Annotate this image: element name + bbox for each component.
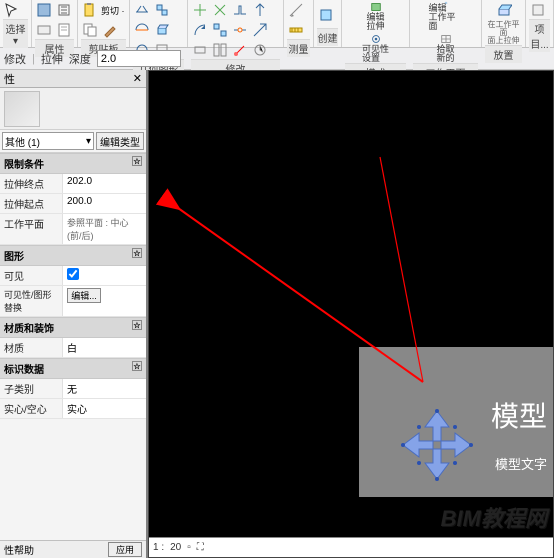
depth-input[interactable] <box>97 50 181 67</box>
properties-preview <box>0 88 146 130</box>
type-selector-combo[interactable]: 其他 (1)▾ <box>2 132 94 150</box>
prop-row-subcategory: 子类别无 <box>0 379 146 399</box>
type-selector-row: 其他 (1)▾ 编辑类型 <box>0 130 146 153</box>
geom-icon-1[interactable] <box>133 1 151 19</box>
edit-extrusion-button[interactable]: 编辑 拉伸 <box>359 1 393 31</box>
modify-icon-5[interactable] <box>191 21 209 39</box>
properties-footer: 性帮助 应用 <box>0 540 146 558</box>
props-icon-1[interactable] <box>35 1 53 19</box>
ribbon-group-project-label: 项目... <box>529 19 550 52</box>
properties-title-text: 性 <box>4 71 15 87</box>
modify-icon-1[interactable] <box>191 1 209 19</box>
edit-workplane-button[interactable]: 编辑 工作平面 <box>429 1 463 31</box>
modify-icon-3[interactable] <box>231 1 249 19</box>
group-graphics-head[interactable]: 图形☆ <box>0 245 146 266</box>
create-icon[interactable] <box>317 6 335 24</box>
prop-row-workplane: 工作平面参照平面 : 中心(前/后) <box>0 214 146 245</box>
edit-override-button[interactable]: 编辑... <box>67 288 101 303</box>
close-icon[interactable]: ✕ <box>133 72 142 85</box>
modify-tool-icon[interactable] <box>3 1 21 19</box>
depth-label: 深度 <box>69 51 91 67</box>
ribbon: 选择 ▾ 属性 剪切 · 剪贴板 几何图形 <box>0 0 554 48</box>
modify-icon-8[interactable] <box>251 21 269 39</box>
prop-row-solid-void: 实心/空心实心 <box>0 399 146 419</box>
properties-grid: 限制条件☆ 拉伸终点202.0 拉伸起点200.0 工作平面参照平面 : 中心(… <box>0 153 146 540</box>
ribbon-group-create-label: 创建 <box>317 28 338 46</box>
pick-new-button[interactable]: 拾取 新的 <box>429 33 463 63</box>
match-icon[interactable] <box>101 21 119 39</box>
visibility-settings-button[interactable]: 可见性 设置 <box>359 33 393 63</box>
measure-icon-2[interactable] <box>287 21 305 39</box>
geom-icon-4[interactable] <box>153 21 171 39</box>
modify-icon-6[interactable] <box>211 21 229 39</box>
extrude-label: 拉伸 <box>41 51 63 67</box>
overlay-title: 模型 <box>491 395 547 435</box>
prop-row-visibility-override: 可见性/图形替换编辑... <box>0 286 146 317</box>
group-constraints-head[interactable]: 限制条件☆ <box>0 153 146 174</box>
prop-row-material: 材质白 <box>0 338 146 358</box>
copy-icon[interactable] <box>81 21 99 39</box>
scale-value[interactable]: 20 <box>170 542 181 553</box>
overlay-subtitle: 模型文字 <box>495 454 547 473</box>
ribbon-group-place-label: 放置 <box>485 45 522 63</box>
place-icon[interactable] <box>495 1 513 19</box>
modify-icon-7[interactable] <box>231 21 249 39</box>
modify-icon-10[interactable] <box>211 41 229 59</box>
geom-icon-3[interactable] <box>133 21 151 39</box>
cut-label[interactable]: 剪切 · <box>101 4 125 17</box>
props-icon-2[interactable] <box>55 1 73 19</box>
preview-thumbnail <box>4 91 40 127</box>
project-icon[interactable] <box>529 1 547 19</box>
properties-panel: 性 ✕ 其他 (1)▾ 编辑类型 限制条件☆ 拉伸终点202.0 拉伸起点200… <box>0 70 148 558</box>
modify-icon-2[interactable] <box>211 1 229 19</box>
prop-row-extrusion-start: 拉伸起点200.0 <box>0 194 146 214</box>
modify-icon-4[interactable] <box>251 1 269 19</box>
place-extra-label: 在工作平面 面上拉伸 <box>485 21 522 45</box>
properties-titlebar: 性 ✕ <box>0 70 146 88</box>
group-material-head[interactable]: 材质和装饰☆ <box>0 317 146 338</box>
modify-icon-11[interactable] <box>231 41 249 59</box>
edit-type-button[interactable]: 编辑类型 <box>96 132 144 150</box>
modify-label: 修改 <box>4 51 26 67</box>
modify-icon-9[interactable] <box>191 41 209 59</box>
prop-row-visible: 可见 <box>0 266 146 286</box>
props-icon-4[interactable] <box>55 21 73 39</box>
ribbon-group-select-label: 选择 ▾ <box>3 19 28 48</box>
measure-icon-1[interactable] <box>287 1 305 19</box>
viewctrl-icon[interactable]: ⛶ <box>197 542 204 553</box>
main-area: 性 ✕ 其他 (1)▾ 编辑类型 限制条件☆ 拉伸终点202.0 拉伸起点200… <box>0 70 554 558</box>
visible-checkbox[interactable] <box>67 268 79 280</box>
geom-icon-2[interactable] <box>153 1 171 19</box>
overlay-panel: 模型 模型文字 <box>359 347 553 497</box>
model-arrows-icon <box>397 405 477 485</box>
ribbon-group-measure-label: 测量 <box>287 39 310 57</box>
paste-icon[interactable] <box>81 1 99 19</box>
watermark-text: BIM教程网 <box>441 501 547 533</box>
apply-button[interactable]: 应用 <box>108 542 142 557</box>
props-icon-3[interactable] <box>35 21 53 39</box>
group-identity-head[interactable]: 标识数据☆ <box>0 358 146 379</box>
drawing-canvas[interactable]: 模型 模型文字 BIM教程网 <box>149 71 553 537</box>
viewport[interactable]: 模型 模型文字 BIM教程网 1 : 20 ▫ ⛶ <box>148 70 554 558</box>
viewctrl-icon[interactable]: ▫ <box>187 542 191 553</box>
view-control-bar: 1 : 20 ▫ ⛶ <box>149 537 553 557</box>
modify-icon-12[interactable] <box>251 41 269 59</box>
prop-row-extrusion-end: 拉伸终点202.0 <box>0 174 146 194</box>
footer-help-label[interactable]: 性帮助 <box>4 542 34 557</box>
